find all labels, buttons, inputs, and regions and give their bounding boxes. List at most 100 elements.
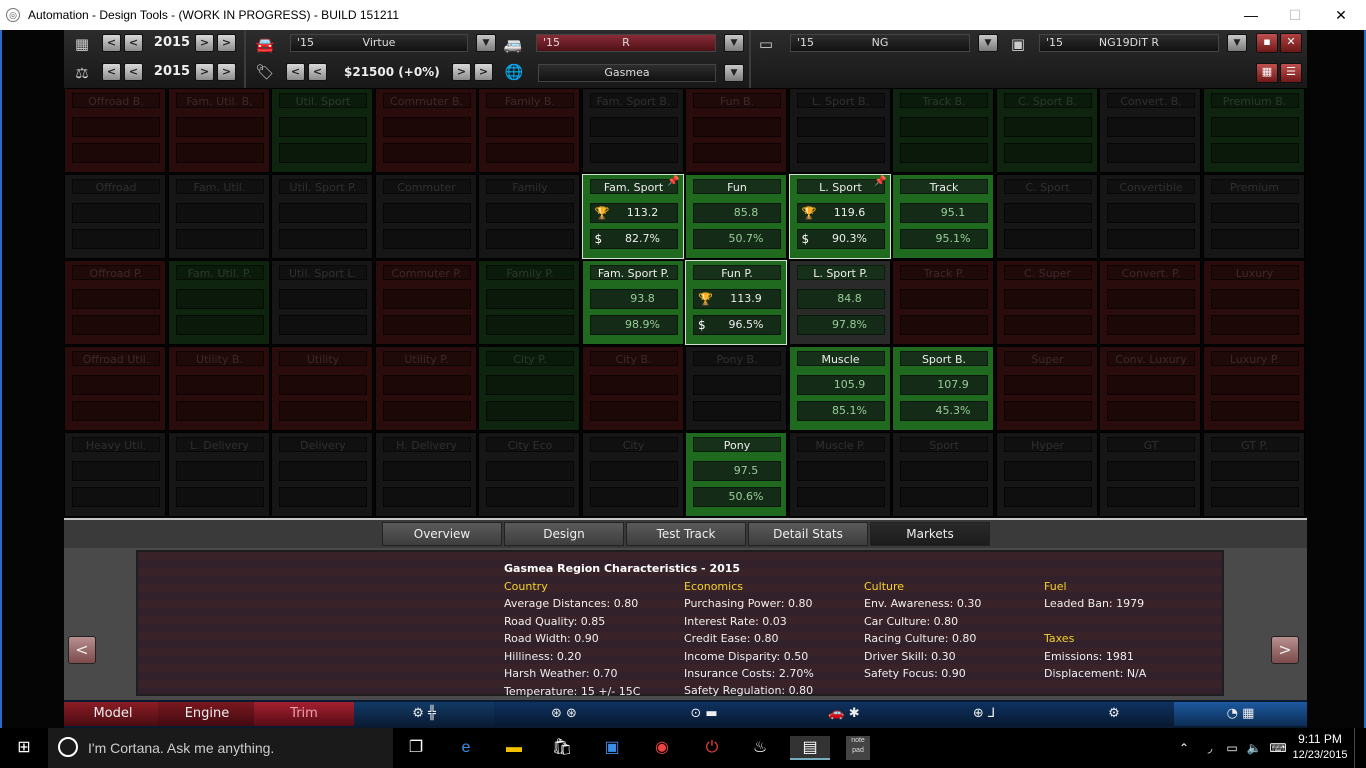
nav-testing-button[interactable]: ◔ ▦ [1174, 702, 1307, 726]
market-cell[interactable]: Commuter [374, 174, 477, 259]
year2-prev-fast-button[interactable]: < [102, 63, 121, 81]
pin-icon[interactable]: 📌 [874, 176, 886, 187]
nav-suspension-button[interactable]: ⚙ [1054, 702, 1174, 726]
market-cell[interactable]: Super [995, 346, 1098, 431]
market-cell[interactable]: L. Sport 📌 🏆 119.6 $90.3% [788, 174, 891, 259]
market-cell[interactable]: L. Sport P. 84.8 97.8% [788, 260, 891, 345]
trim-dropdown-button[interactable]: ▼ [724, 34, 744, 52]
show-desktop-button[interactable] [1354, 728, 1366, 768]
nav-model-button[interactable]: Model [64, 702, 162, 726]
control-panel-icon[interactable]: ▣ [598, 736, 626, 760]
steam-icon[interactable]: ♨ [746, 736, 774, 760]
market-cell[interactable]: Hyper [995, 432, 1098, 517]
market-cell[interactable]: Pony B. [685, 346, 787, 431]
market-cell[interactable]: GT [1099, 432, 1201, 517]
nav-body-button[interactable]: ⊙ ▬ [634, 702, 774, 726]
clock-date[interactable]: 12/23/2015 [1292, 749, 1348, 761]
notepad-icon[interactable]: note pad [846, 736, 870, 760]
market-cell[interactable]: Pony 97.5 50.6% [685, 432, 787, 517]
region-dropdown-button[interactable]: ▼ [724, 64, 744, 82]
market-cell[interactable]: C. Sport B. [995, 88, 1098, 173]
market-cell[interactable]: Luxury [1202, 260, 1305, 345]
tab-test-track[interactable]: Test Track [626, 522, 746, 546]
market-cell[interactable]: GT P. [1202, 432, 1305, 517]
market-cell[interactable]: Utility P. [374, 346, 477, 431]
market-cell[interactable]: Util. Sport [271, 88, 373, 173]
market-cell[interactable]: Family P. [478, 260, 580, 345]
tab-markets[interactable]: Markets [870, 522, 990, 546]
market-cell[interactable]: L. Delivery [167, 432, 270, 517]
engine-dropdown-button[interactable]: ▼ [978, 34, 998, 52]
market-cell[interactable]: Track B. [892, 88, 994, 173]
market-cell[interactable]: Delivery [271, 432, 373, 517]
pin-icon[interactable]: 📌 [667, 176, 679, 187]
market-cell[interactable]: Util. Sport L. [271, 260, 373, 345]
nav-aero-button[interactable]: 🚗 ✱ [774, 702, 914, 726]
market-cell[interactable]: Track P. [892, 260, 994, 345]
tab-detail-stats[interactable]: Detail Stats [748, 522, 868, 546]
automation-app-icon[interactable]: ▤ [790, 736, 830, 760]
market-cell[interactable]: C. Sport [995, 174, 1098, 259]
list-view-icon[interactable]: ☰ [1280, 63, 1302, 83]
market-cell[interactable]: Fam. Sport 📌 🏆 113.2 $82.7% [581, 174, 684, 259]
market-cell[interactable]: Sport [892, 432, 994, 517]
market-cell[interactable]: City [581, 432, 684, 517]
market-cell[interactable]: Heavy Util. [64, 432, 166, 517]
market-cell[interactable]: Fam. Util. B. [167, 88, 270, 173]
store-icon[interactable]: 🛍 [548, 736, 576, 760]
market-cell[interactable]: Commuter B. [374, 88, 477, 173]
market-cell[interactable]: Track 95.1 95.1% [892, 174, 994, 259]
market-cell[interactable]: Fun B. [685, 88, 787, 173]
minimize-button[interactable]: — [1228, 0, 1274, 30]
close-icon[interactable]: ✕ [1280, 33, 1302, 53]
market-cell[interactable]: Offroad B. [64, 88, 166, 173]
market-cell[interactable]: Fam. Sport B. [581, 88, 684, 173]
market-cell[interactable]: City B. [581, 346, 684, 431]
task-view-icon[interactable]: ❐ [402, 736, 430, 760]
market-cell[interactable]: Util. Sport P. [271, 174, 373, 259]
nav-wheels-button[interactable]: ⊛ ⊛ [494, 702, 634, 726]
prev-region-button[interactable]: < [68, 636, 96, 664]
market-cell[interactable]: Offroad [64, 174, 166, 259]
show-hidden-icons[interactable]: ⌃ [1170, 736, 1198, 760]
market-cell[interactable]: Fun P. 🏆 113.9 $96.5% [685, 260, 787, 345]
cortana-search-box[interactable]: I'm Cortana. Ask me anything. [48, 728, 393, 768]
grid-view-icon[interactable]: ▦ [1256, 63, 1278, 83]
market-cell[interactable]: City P. [478, 346, 580, 431]
variant-dropdown-button[interactable]: ▼ [1227, 34, 1247, 52]
edge-browser-icon[interactable]: e [452, 736, 480, 760]
clock-time[interactable]: 9:11 PM [1292, 732, 1348, 746]
market-cell[interactable]: Muscle P. [788, 432, 891, 517]
market-cell[interactable]: Fam. Sport P. 93.8 98.9% [581, 260, 684, 345]
market-cell[interactable]: Premium B. [1202, 88, 1305, 173]
market-cell[interactable]: Utility [271, 346, 373, 431]
year1-prev-fast-button[interactable]: < [102, 34, 121, 52]
market-cell[interactable]: Sport B. 107.9 45.3% [892, 346, 994, 431]
market-cell[interactable]: C. Super [995, 260, 1098, 345]
market-cell[interactable]: Commuter P. [374, 260, 477, 345]
nav-trim-button[interactable]: Trim [254, 702, 354, 726]
market-cell[interactable]: L. Sport B. [788, 88, 891, 173]
market-cell[interactable]: H. Delivery [374, 432, 477, 517]
year1-next-fast-button[interactable]: > [217, 34, 236, 52]
market-cell[interactable]: Offroad P. [64, 260, 166, 345]
year2-next-fast-button[interactable]: > [217, 63, 236, 81]
market-cell[interactable]: Utility B. [167, 346, 270, 431]
tab-design[interactable]: Design [504, 522, 624, 546]
year1-prev-button[interactable]: < [124, 34, 143, 52]
market-cell[interactable]: Conv. Luxury [1099, 346, 1201, 431]
nav-engine-button[interactable]: Engine [158, 702, 256, 726]
region-select[interactable]: Gasmea [538, 64, 716, 82]
year2-next-button[interactable]: > [195, 63, 214, 81]
market-cell[interactable]: Luxury P. [1202, 346, 1305, 431]
model-dropdown-button[interactable]: ▼ [476, 34, 496, 52]
market-cell[interactable]: Premium [1202, 174, 1305, 259]
nav-interior-button[interactable]: ⊕ ⅃ [914, 702, 1054, 726]
year1-next-button[interactable]: > [195, 34, 214, 52]
market-cell[interactable]: Muscle 105.9 85.1% [788, 346, 891, 431]
market-cell[interactable]: Fam. Util. [167, 174, 270, 259]
price-prev-fast-button[interactable]: < [286, 63, 305, 81]
windows-start-icon[interactable]: ⊞ [10, 736, 38, 760]
price-next-button[interactable]: > [452, 63, 471, 81]
close-window-button[interactable]: ✕ [1318, 0, 1364, 30]
